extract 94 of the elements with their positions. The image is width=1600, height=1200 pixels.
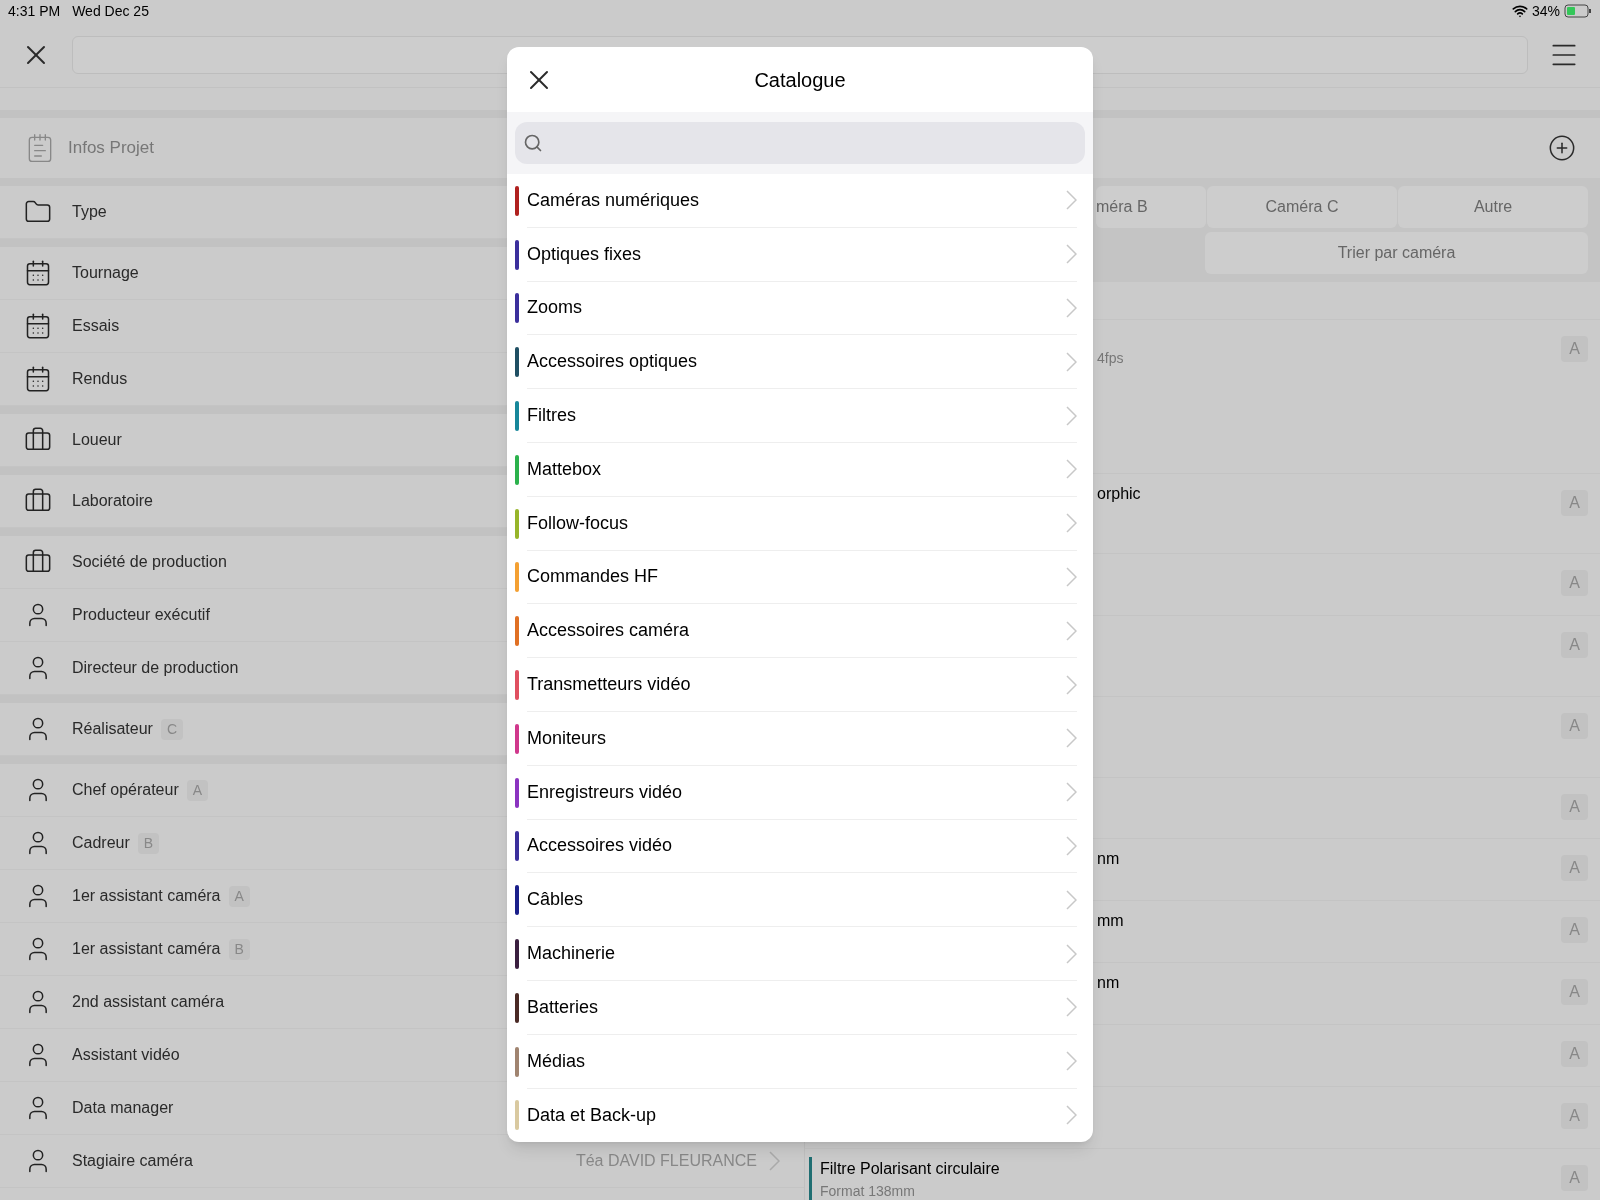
chevron-icon [1066, 728, 1077, 749]
equipment-row[interactable]: Filtre Polarisant circulaire Format 138mm A [805, 1149, 1600, 1200]
category-label: Data et Back-up [527, 1103, 658, 1127]
chevron-icon [1066, 459, 1077, 480]
camera-tag: A [1561, 336, 1588, 362]
equipment-title: nm [1097, 973, 1121, 993]
chevron-icon [1066, 513, 1077, 534]
status-time: 4:31 PM [8, 1, 61, 21]
camera-tag: A [1561, 855, 1588, 881]
category-label: Câbles [527, 888, 585, 912]
camera-tag: A [1561, 632, 1588, 658]
section-title: Infos Projet [68, 137, 154, 160]
camera-tab[interactable]: Autre [1398, 186, 1588, 228]
equipment-title: orphic [1097, 484, 1142, 504]
item-label: 2nd assistant caméra [72, 992, 225, 1012]
battery-icon [1564, 4, 1592, 18]
chevron-icon [1066, 997, 1077, 1018]
category-label: Médias [527, 1049, 587, 1073]
calendar-icon [24, 365, 52, 393]
category-label: Accessoires optiques [527, 350, 699, 374]
item-label: Réalisateur [72, 719, 153, 739]
search-icon [523, 133, 543, 153]
camera-tag: A [1561, 1041, 1588, 1067]
camera-tag: A [1561, 979, 1588, 1005]
equipment-title: nm [1097, 849, 1121, 869]
chevron-icon [1066, 943, 1077, 964]
category-label: Accessoires caméra [527, 619, 691, 643]
item-label: Société de production [72, 552, 227, 572]
search-field[interactable] [515, 122, 1085, 164]
item-label: Rendus [72, 369, 128, 389]
category-label: Caméras numériques [527, 188, 701, 212]
camera-tag: A [186, 779, 209, 801]
camera-tag: A [1561, 490, 1588, 516]
camera-tag: A [1561, 713, 1588, 739]
item-label: 1er assistant caméra [72, 886, 221, 906]
category-label: Enregistreurs vidéo [527, 780, 684, 804]
category-label: Transmetteurs vidéo [527, 673, 692, 697]
camera-tag: A [1561, 917, 1588, 943]
calendar-icon [24, 259, 52, 287]
item-label: Laboratoire [72, 491, 153, 511]
add-button[interactable] [1548, 134, 1576, 162]
camera-tag: A [1561, 1103, 1588, 1129]
chevron-icon [1066, 190, 1077, 211]
equipment-subtitle: 4fps [1097, 349, 1125, 368]
category-label: Accessoires vidéo [527, 834, 674, 858]
item-label: Producteur exécutif [72, 605, 210, 625]
category-label: Machinerie [527, 942, 617, 966]
camera-tag: B [137, 832, 160, 854]
camera-tag: A [1561, 1165, 1588, 1191]
item-label: Type [72, 202, 107, 222]
equipment-subtitle: Format 138mm [820, 1182, 916, 1200]
camera-tag: A [1561, 794, 1588, 820]
chevron-icon [1066, 782, 1077, 803]
item-label: Chef opérateur [72, 780, 179, 800]
camera-tab[interactable]: Caméra C [1207, 186, 1397, 228]
calendar-icon [24, 312, 52, 340]
chevron-icon [1066, 889, 1077, 910]
chevron-icon [769, 1151, 780, 1171]
item-label: Assistant vidéo [72, 1045, 180, 1065]
item-label: Cadreur [72, 833, 130, 853]
category-label: Batteries [527, 995, 600, 1019]
category-label: Moniteurs [527, 726, 608, 750]
item-value: Téa DAVID FLEURANCE [575, 1151, 757, 1171]
add-icon [1548, 134, 1576, 162]
chevron-icon [1066, 244, 1077, 265]
item-label: Directeur de production [72, 658, 239, 678]
camera-tag: A [1561, 570, 1588, 596]
item-label: Stagiaire caméra [72, 1151, 193, 1171]
camera-tag: A [228, 885, 250, 907]
battery-percentage: 34% [1531, 1, 1560, 21]
camera-tag: C [160, 718, 184, 740]
chevron-icon [1066, 351, 1077, 372]
item-label: Essais [72, 316, 120, 336]
status-date: Wed Dec 25 [72, 1, 149, 21]
chevron-icon [1066, 298, 1077, 318]
category-label: Commandes HF [527, 565, 660, 589]
chevron-icon [1066, 1051, 1077, 1072]
chevron-icon [1066, 620, 1077, 641]
chevron-icon [1066, 566, 1077, 587]
camera-tab[interactable]: méra B [1096, 186, 1206, 228]
chevron-icon [1066, 405, 1077, 426]
equipment-title: Filtre Polarisant circulaire [820, 1159, 1001, 1179]
equipment-title: mm [1097, 911, 1125, 931]
wifi-icon [1511, 3, 1528, 19]
chevron-icon [1066, 1105, 1077, 1126]
camera-tag: B [228, 938, 250, 960]
sort-button[interactable]: Trier par caméra [1205, 232, 1588, 274]
chevron-icon [1066, 835, 1077, 856]
item-label: Tournage [72, 263, 139, 283]
item-label: 1er assistant caméra [72, 939, 221, 959]
chevron-icon [1066, 674, 1077, 695]
item-label: Loueur [72, 430, 122, 450]
modal-title: Catalogue [754, 67, 846, 93]
item-label: Data manager [72, 1098, 174, 1118]
